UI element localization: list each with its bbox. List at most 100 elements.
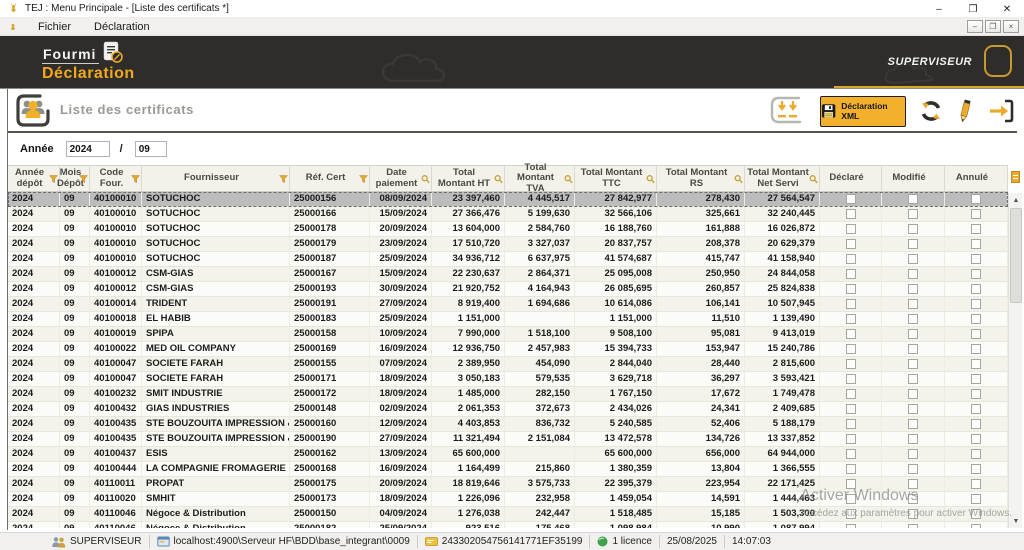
declare-checkbox[interactable] (846, 254, 856, 264)
year-input[interactable] (66, 141, 110, 157)
table-row[interactable]: 20240940100435STE BOUZOUITA IMPRESSION &… (8, 417, 1008, 432)
search-icon[interactable] (494, 174, 503, 183)
declare-checkbox[interactable] (846, 419, 856, 429)
column-picker-icon[interactable] (1011, 171, 1020, 183)
modifie-checkbox[interactable] (908, 239, 918, 249)
vertical-scrollbar[interactable]: ▲ ▼ (1008, 193, 1022, 528)
search-icon[interactable] (421, 174, 430, 183)
table-row[interactable]: 20240940100432GIAS INDUSTRIES2500014802/… (8, 402, 1008, 417)
table-row[interactable]: 20240940110020SMHIT2500017318/09/20241 2… (8, 492, 1008, 507)
menu-fichier[interactable]: Fichier (35, 20, 74, 34)
table-row[interactable]: 20240940100435STE BOUZOUITA IMPRESSION &… (8, 432, 1008, 447)
modifie-checkbox[interactable] (908, 209, 918, 219)
column-header-annule[interactable]: Annulé (945, 166, 1008, 191)
column-header-ht[interactable]: Total Montant HT (432, 166, 505, 191)
annule-checkbox[interactable] (971, 389, 981, 399)
annule-checkbox[interactable] (971, 449, 981, 459)
annule-checkbox[interactable] (971, 419, 981, 429)
declare-checkbox[interactable] (846, 389, 856, 399)
modifie-checkbox[interactable] (908, 449, 918, 459)
modifie-checkbox[interactable] (908, 479, 918, 489)
declare-checkbox[interactable] (846, 314, 856, 324)
search-icon[interactable] (734, 174, 743, 183)
annule-checkbox[interactable] (971, 284, 981, 294)
modifie-checkbox[interactable] (908, 419, 918, 429)
annule-checkbox[interactable] (971, 359, 981, 369)
annule-checkbox[interactable] (971, 239, 981, 249)
table-row[interactable]: 20240940100437ESIS2500016213/09/202465 6… (8, 447, 1008, 462)
declare-checkbox[interactable] (846, 224, 856, 234)
scroll-thumb[interactable] (1010, 208, 1022, 303)
month-input[interactable] (135, 141, 167, 157)
column-header-fournisseur[interactable]: Fournisseur (142, 166, 290, 191)
column-header-code[interactable]: Code Four. (90, 166, 142, 191)
table-row[interactable]: 20240940100012CSM-GIAS2500016715/09/2024… (8, 267, 1008, 282)
annule-checkbox[interactable] (971, 344, 981, 354)
declare-checkbox[interactable] (846, 509, 856, 519)
declare-checkbox[interactable] (846, 494, 856, 504)
filter-funnel-icon[interactable] (359, 174, 368, 183)
table-row[interactable]: 20240940110011PROPAT2500017520/09/202418… (8, 477, 1008, 492)
modifie-checkbox[interactable] (908, 299, 918, 309)
mdi-close-button[interactable]: × (1003, 20, 1019, 33)
modifie-checkbox[interactable] (908, 404, 918, 414)
table-row[interactable]: 20240940100014TRIDENT2500019127/09/20248… (8, 297, 1008, 312)
table-row[interactable]: 20240940100047SOCIETE FARAH2500015507/09… (8, 357, 1008, 372)
filter-funnel-icon[interactable] (279, 174, 288, 183)
modifie-checkbox[interactable] (908, 314, 918, 324)
modifie-checkbox[interactable] (908, 284, 918, 294)
table-row[interactable]: 20240940100022MED OIL COMPANY2500016916/… (8, 342, 1008, 357)
annule-checkbox[interactable] (971, 194, 981, 204)
column-header-ref[interactable]: Réf. Cert (290, 166, 370, 191)
refresh-icon[interactable] (919, 99, 943, 123)
modifie-checkbox[interactable] (908, 524, 918, 528)
declare-checkbox[interactable] (846, 269, 856, 279)
table-row[interactable]: 20240940110046Négoce & Distribution25000… (8, 507, 1008, 522)
column-header-rs[interactable]: Total Montant RS (657, 166, 745, 191)
annule-checkbox[interactable] (971, 314, 981, 324)
table-row[interactable]: 20240940100232SMIT INDUSTRIE2500017218/0… (8, 387, 1008, 402)
annule-checkbox[interactable] (971, 269, 981, 279)
declare-checkbox[interactable] (846, 344, 856, 354)
annule-checkbox[interactable] (971, 254, 981, 264)
column-header-declare[interactable]: Déclaré (820, 166, 882, 191)
modifie-checkbox[interactable] (908, 254, 918, 264)
annule-checkbox[interactable] (971, 299, 981, 309)
annule-checkbox[interactable] (971, 479, 981, 489)
annule-checkbox[interactable] (971, 524, 981, 528)
modifie-checkbox[interactable] (908, 194, 918, 204)
declaration-xml-button[interactable]: Déclaration XML (820, 96, 906, 127)
table-row[interactable]: 20240940100012CSM-GIAS2500019330/09/2024… (8, 282, 1008, 297)
scroll-down-arrow[interactable]: ▼ (1009, 514, 1023, 528)
column-header-modifie[interactable]: Modifié (882, 166, 945, 191)
declare-checkbox[interactable] (846, 329, 856, 339)
user-avatar-frame[interactable] (984, 45, 1012, 77)
declare-checkbox[interactable] (846, 209, 856, 219)
declare-checkbox[interactable] (846, 479, 856, 489)
declare-checkbox[interactable] (846, 374, 856, 384)
mdi-restore-button[interactable]: ❐ (985, 20, 1001, 33)
column-header-annee[interactable]: Année dépôt (8, 166, 60, 191)
modifie-checkbox[interactable] (908, 389, 918, 399)
close-button[interactable]: ✕ (990, 0, 1024, 18)
modifie-checkbox[interactable] (908, 464, 918, 474)
search-icon[interactable] (564, 174, 573, 183)
declare-checkbox[interactable] (846, 299, 856, 309)
mdi-minimize-button[interactable]: – (967, 20, 983, 33)
table-row[interactable]: 20240940100010SOTUCHOC2500017923/09/2024… (8, 237, 1008, 252)
table-row[interactable]: 20240940100010SOTUCHOC2500018725/09/2024… (8, 252, 1008, 267)
column-header-ttc[interactable]: Total Montant TTC (575, 166, 657, 191)
annule-checkbox[interactable] (971, 374, 981, 384)
filter-funnel-icon[interactable] (79, 174, 88, 183)
minimize-button[interactable]: – (922, 0, 956, 18)
declare-checkbox[interactable] (846, 524, 856, 528)
modifie-checkbox[interactable] (908, 494, 918, 504)
modifie-checkbox[interactable] (908, 269, 918, 279)
annule-checkbox[interactable] (971, 509, 981, 519)
annule-checkbox[interactable] (971, 224, 981, 234)
declare-checkbox[interactable] (846, 239, 856, 249)
modifie-checkbox[interactable] (908, 344, 918, 354)
edit-pencil-icon[interactable] (956, 98, 974, 124)
column-header-date[interactable]: Date paiement (370, 166, 432, 191)
declare-checkbox[interactable] (846, 284, 856, 294)
